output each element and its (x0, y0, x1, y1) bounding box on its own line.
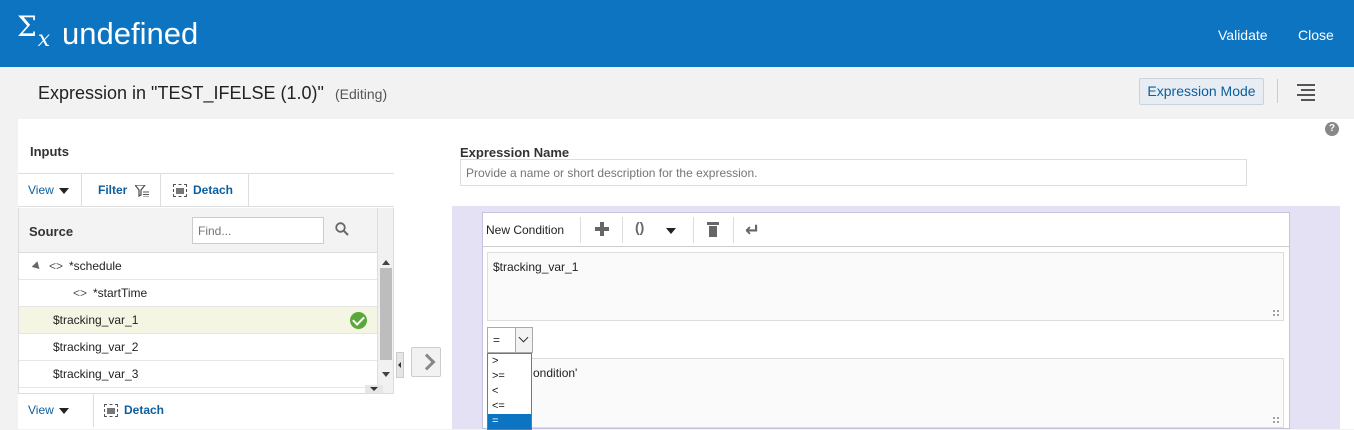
sigma-icon: Σx (17, 10, 51, 52)
condition-box: New Condition () ↵ $tracking_var_1 = ond… (482, 212, 1290, 430)
caret-down-icon (58, 187, 69, 194)
group-paren-icon[interactable]: () (635, 219, 644, 235)
inputs-title: Inputs (30, 144, 69, 159)
panel-splitter[interactable] (396, 352, 404, 378)
divider (93, 394, 94, 427)
code-brackets-icon: <> (73, 286, 88, 300)
expression-title: Expression in "TEST_IFELSE (1.0)" (38, 83, 324, 103)
source-header: Source (19, 208, 377, 253)
operator-option[interactable]: >= (488, 369, 531, 384)
divider (622, 217, 623, 243)
inputs-toolbar: View Filter Detach (18, 173, 394, 207)
scrollbar-thumb[interactable] (380, 268, 392, 360)
tree-row-schedule[interactable]: <> *schedule (19, 253, 377, 280)
condition-toolbar: New Condition () ↵ (483, 213, 1289, 247)
chevron-down-icon[interactable] (515, 328, 532, 352)
caret-down-icon (58, 407, 69, 414)
tree-row-label: $tracking_var_3 (53, 367, 139, 381)
resize-grip-icon[interactable] (1272, 309, 1280, 317)
detach-button[interactable]: Detach (173, 174, 233, 207)
tree-row-starttime[interactable]: <> *startTime (19, 280, 377, 307)
new-condition-button[interactable]: New Condition (486, 223, 564, 237)
tree-row-tracking-var-2[interactable]: $tracking_var_2 (19, 334, 377, 361)
operator-value: = (493, 333, 501, 347)
divider (248, 174, 249, 207)
operator-option[interactable]: < (488, 384, 531, 399)
view-menu-button[interactable]: View (28, 174, 69, 207)
tree-row-tracking-var-3[interactable]: $tracking_var_3 (19, 361, 377, 388)
filter-icon (134, 184, 149, 197)
divider (81, 174, 82, 207)
scroll-down-icon[interactable] (382, 372, 390, 377)
checkmark-icon (350, 312, 367, 329)
search-icon[interactable] (335, 222, 349, 236)
scroll-up-icon[interactable] (382, 260, 390, 265)
condition-area: New Condition () ↵ $tracking_var_1 = ond… (452, 206, 1340, 430)
inputs-bottom-toolbar: View Detach (18, 393, 394, 427)
filter-button[interactable]: Filter (98, 174, 149, 207)
divider (580, 217, 581, 243)
divider (693, 217, 694, 243)
operator-select[interactable]: = (487, 327, 533, 353)
close-button[interactable]: Close (1298, 27, 1334, 43)
operator-option[interactable]: = (488, 414, 531, 429)
detach-icon (104, 404, 118, 418)
main-panel: ? Inputs View Filter Detach Source <> *s… (18, 119, 1354, 430)
editing-status: (Editing) (335, 86, 388, 102)
tree-row-label: *startTime (93, 286, 148, 300)
divider (160, 174, 161, 207)
app-title: undefined (62, 16, 199, 51)
left-operand-editor[interactable]: $tracking_var_1 (487, 252, 1284, 321)
help-icon[interactable]: ? (1325, 122, 1339, 136)
detach-button[interactable]: Detach (104, 394, 164, 427)
tree-row-tracking-var-1[interactable]: $tracking_var_1 (19, 307, 377, 334)
enter-return-icon[interactable]: ↵ (745, 220, 760, 241)
delete-icon[interactable] (707, 222, 719, 237)
collapse-triangle-icon[interactable] (31, 261, 43, 272)
tree-row-label: $tracking_var_1 (53, 313, 139, 327)
operator-option[interactable]: <= (488, 399, 531, 414)
validate-button[interactable]: Validate (1218, 27, 1268, 43)
divider (733, 217, 734, 243)
insert-arrow-button[interactable] (411, 347, 441, 377)
tree-row-label: *schedule (69, 259, 122, 273)
tree-row-label: $tracking_var_2 (53, 340, 139, 354)
find-input[interactable] (192, 217, 324, 244)
code-brackets-icon: <> (49, 259, 64, 273)
operator-dropdown-list: > >= < <= = (487, 353, 532, 430)
source-tree: Source <> *schedule <> *startTime $track… (18, 208, 394, 393)
left-operand-text: $tracking_var_1 (493, 260, 579, 274)
scroll-down-icon[interactable] (365, 385, 383, 393)
source-label: Source (29, 224, 74, 239)
app-header: Σx undefined Validate Close (0, 0, 1354, 67)
expression-name-label: Expression Name (460, 145, 570, 160)
menu-icon[interactable] (1297, 84, 1315, 101)
detach-icon (173, 184, 187, 198)
operator-option[interactable]: > (488, 354, 531, 369)
subheader: Expression in "TEST_IFELSE (1.0)" (Editi… (0, 67, 1354, 119)
expression-mode-button[interactable]: Expression Mode (1139, 78, 1264, 105)
right-operand-editor[interactable]: ondition' (487, 358, 1284, 428)
view-menu-button[interactable]: View (28, 394, 69, 427)
add-icon[interactable] (595, 222, 609, 236)
caret-down-icon[interactable] (666, 228, 676, 234)
resize-grip-icon[interactable] (1272, 416, 1280, 424)
expression-name-input[interactable] (460, 159, 1247, 186)
divider (1277, 79, 1278, 103)
vertical-scrollbar[interactable] (377, 208, 393, 393)
